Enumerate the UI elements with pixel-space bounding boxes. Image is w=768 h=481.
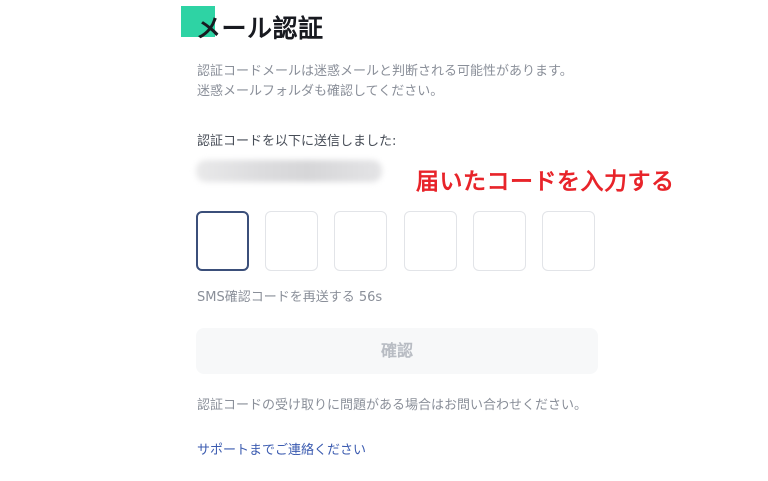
code-digit-input-3[interactable] (334, 211, 387, 271)
description-line: 認証コードメールは迷惑メールと判断される可能性があります。 (197, 64, 573, 79)
code-digit-input-4[interactable] (404, 211, 457, 271)
code-digit-input-5[interactable] (473, 211, 526, 271)
description-line: 迷惑メールフォルダも確認してください。 (197, 84, 444, 99)
description: 認証コードメールは迷惑メールと判断される可能性があります。 迷惑メールフォルダも… (197, 62, 617, 102)
redacted-email-address (196, 160, 382, 182)
page-title: メール認証 (196, 14, 324, 43)
code-digit-input-6[interactable] (542, 211, 595, 271)
help-text: 認証コードの受け取りに問題がある場合はお問い合わせください。 (197, 398, 588, 413)
code-digit-input-2[interactable] (265, 211, 318, 271)
code-digit-input-1[interactable] (196, 211, 249, 271)
sent-to-label: 認証コードを以下に送信しました: (197, 134, 397, 149)
resend-code-countdown[interactable]: SMS確認コードを再送する 56s (197, 286, 382, 305)
support-contact-link[interactable]: サポートまでご連絡ください (197, 439, 366, 458)
confirm-button[interactable]: 確認 (196, 328, 598, 374)
instruction-annotation: 届いたコードを入力する (416, 169, 675, 195)
